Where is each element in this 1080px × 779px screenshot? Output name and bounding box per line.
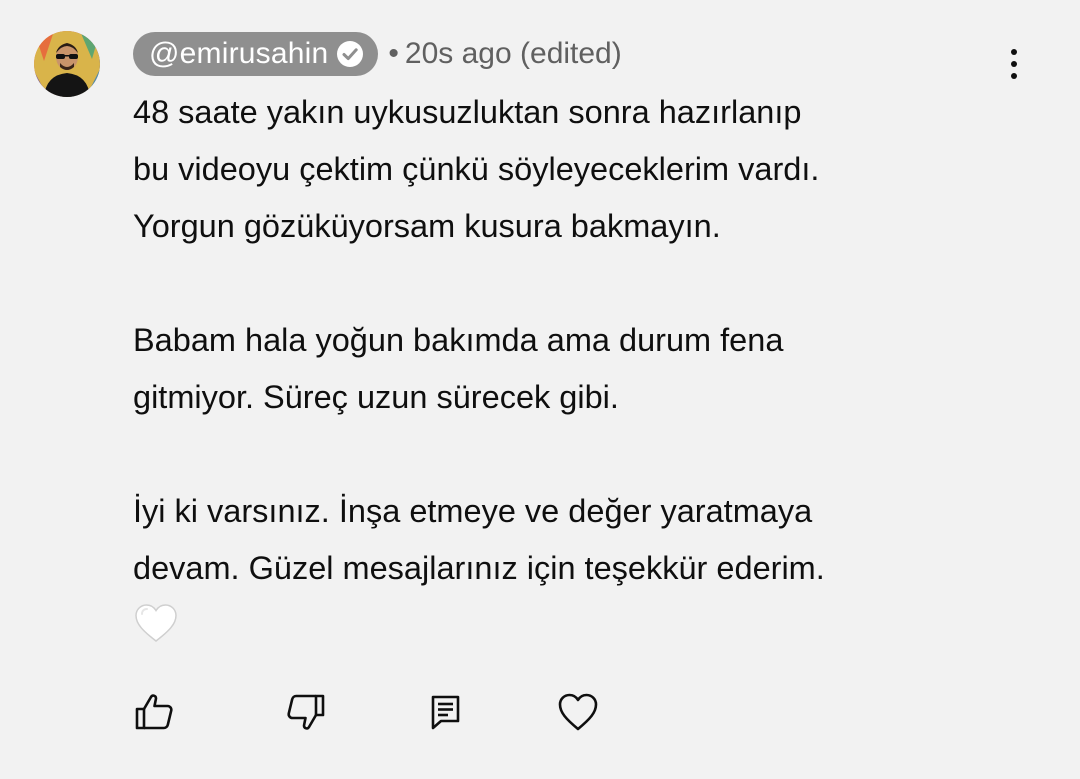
author-name[interactable]: @emirusahin (149, 37, 328, 71)
comment-paragraph: İyi ki varsınız. İnşa etmeye ve değer ya… (133, 493, 825, 586)
meta-separator: • (388, 37, 399, 70)
more-vertical-icon (1011, 49, 1017, 55)
thumbs-up-icon (135, 694, 173, 730)
heart-outline-icon (558, 693, 598, 731)
avatar[interactable] (34, 31, 100, 97)
more-options-button[interactable] (996, 42, 1032, 86)
white-heart-emoji (135, 604, 177, 642)
reply-comment-icon (431, 695, 460, 730)
heart-button[interactable] (554, 688, 602, 736)
author-chip[interactable]: @emirusahin (133, 32, 379, 76)
comment-paragraph: 48 saate yakın uykusuzluktan sonra hazır… (133, 94, 820, 244)
more-vertical-icon-dot (1011, 61, 1017, 67)
timestamp[interactable]: 20s ago (405, 37, 512, 70)
comment-thread: @emirusahin • 20s ago (edited) 48 saate y… (0, 0, 1080, 779)
dislike-button[interactable] (282, 688, 330, 736)
comment-header: @emirusahin • 20s ago (edited) (133, 32, 622, 76)
thumbs-down-icon (287, 694, 325, 730)
verified-badge-icon (337, 41, 364, 67)
like-button[interactable] (130, 688, 178, 736)
reply-button[interactable] (422, 688, 470, 736)
comment-meta: • 20s ago (edited) (388, 37, 621, 71)
edited-label: (edited) (520, 37, 622, 70)
comment-body: 48 saate yakın uykusuzluktan sonra hazır… (133, 84, 1013, 647)
comment-paragraph: Babam hala yoğun bakımda ama durum fena … (133, 322, 784, 415)
more-vertical-icon-dot (1011, 73, 1017, 79)
